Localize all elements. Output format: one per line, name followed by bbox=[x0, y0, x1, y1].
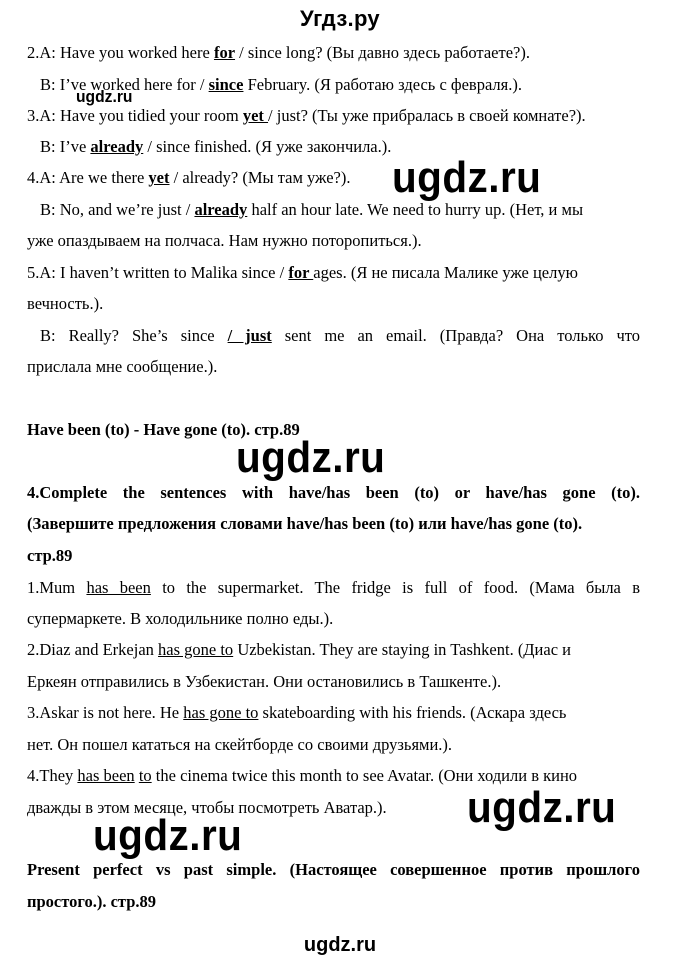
ex4-item3-cont: нет. Он пошел кататься на скейтборде со … bbox=[27, 735, 453, 754]
ex4-item2: 2.Diaz and Erkejan has gone to Uzbekista… bbox=[27, 640, 571, 659]
ex4-title-line3: стр.89 bbox=[27, 546, 73, 565]
ex3-item5-b-cont: прислала мне сообщение.). bbox=[27, 357, 218, 376]
watermark: ugdz.ru bbox=[392, 153, 542, 202]
watermark: ugdz.ru bbox=[236, 433, 386, 482]
watermark: ugdz.ru bbox=[76, 87, 133, 106]
answer: has gone to bbox=[183, 703, 259, 722]
ex3-item4-b-cont: уже опаздываем на полчаса. Нам нужно пот… bbox=[27, 231, 422, 250]
ex4-item1: 1.Mum has been to the supermarket. The f… bbox=[27, 578, 640, 597]
answer: since bbox=[208, 75, 244, 94]
answer: for bbox=[288, 263, 314, 282]
answer: has been bbox=[77, 766, 135, 785]
watermark: ugdz.ru bbox=[93, 811, 243, 860]
answer: already bbox=[90, 137, 144, 156]
ex3-item5-a-cont: вечность.). bbox=[27, 294, 104, 313]
ex3-item2-a: 2.A: Have you worked here for / since lo… bbox=[27, 43, 530, 62]
answer: to bbox=[138, 766, 152, 785]
answer: / just bbox=[227, 326, 272, 345]
ex3-item3-b: B: I’ve already / since finished. (Я уже… bbox=[40, 137, 392, 156]
answer: has gone to bbox=[158, 640, 234, 659]
section-heading-present-perfect-line1: Present perfect vs past simple. (Настоящ… bbox=[27, 860, 640, 879]
ex3-item4-b: B: No, and we’re just / already half an … bbox=[40, 200, 584, 219]
ex3-item3-a: 3.A: Have you tidied your room yet / jus… bbox=[27, 106, 586, 125]
answer: for bbox=[213, 43, 236, 62]
section-heading-present-perfect-line2: простого.). стр.89 bbox=[27, 892, 157, 911]
ex3-item4-a: 4.A: Are we there yet / already? (Мы там… bbox=[27, 168, 351, 187]
ex4-item2-cont: Еркеян отправились в Узбекистан. Они ост… bbox=[27, 672, 502, 691]
ex3-item5-b: B: Really? She’s since / just sent me an… bbox=[40, 326, 640, 345]
answer: has been bbox=[86, 578, 151, 597]
watermark: ugdz.ru bbox=[467, 783, 617, 832]
ex3-item5-a: 5.A: I haven’t written to Malika since /… bbox=[27, 263, 578, 282]
ex4-item3: 3.Askar is not here. He has gone to skat… bbox=[27, 703, 567, 722]
answer: already bbox=[194, 200, 248, 219]
answer: yet bbox=[242, 106, 269, 125]
ex4-title-line2: (Завершите предложения словами have/has … bbox=[27, 514, 583, 533]
footer-watermark: ugdz.ru bbox=[303, 934, 377, 956]
answer: yet bbox=[148, 168, 170, 187]
site-title: Угдз.ру bbox=[300, 6, 380, 31]
ex4-title-line1: 4.Complete the sentences with have/has b… bbox=[27, 483, 640, 502]
ex4-item1-cont: супермаркете. В холодильнике полно еды.)… bbox=[27, 609, 334, 628]
